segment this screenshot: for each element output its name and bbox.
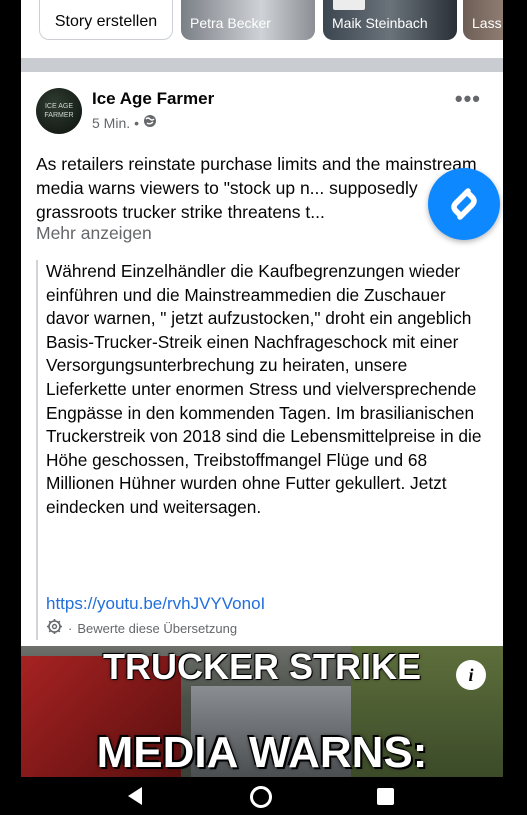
post-author-name[interactable]: Ice Age Farmer xyxy=(92,89,214,109)
image-headline-bottom: MEDIA WARNS: xyxy=(96,728,428,777)
story-card-name: Petra Becker xyxy=(190,15,271,31)
rate-separator: · xyxy=(68,620,73,636)
feed-post: ICE AGE FARMER Ice Age Farmer 5 Min. • •… xyxy=(21,72,503,815)
stories-tray: Story erstellen Petra Becker Maik Steinb… xyxy=(21,0,503,58)
rate-translation-label: Bewerte diese Übersetzung xyxy=(77,620,238,636)
translated-text: Während Einzelhändler die Kaufbegrenzung… xyxy=(46,261,482,517)
post-time[interactable]: 5 Min. xyxy=(92,115,130,131)
post-text: As retailers reinstate purchase limits a… xyxy=(36,154,477,222)
link-preview-image[interactable]: TRUCKER STRIKE MEDIA WARNS: i xyxy=(21,646,503,778)
rate-translation[interactable]: · Bewerte diese Übersetzung xyxy=(46,618,237,638)
info-icon[interactable]: i xyxy=(456,660,486,690)
back-icon[interactable] xyxy=(128,787,142,805)
meta-separator: • xyxy=(134,114,140,131)
recents-icon[interactable] xyxy=(377,788,394,805)
shazam-icon xyxy=(451,188,477,220)
create-story-label: Story erstellen xyxy=(54,13,158,30)
home-icon[interactable] xyxy=(250,786,272,808)
see-more-link[interactable]: Mehr anzeigen xyxy=(36,223,152,244)
post-options-icon[interactable]: ••• xyxy=(455,86,481,112)
post-meta: 5 Min. • xyxy=(92,114,157,131)
avatar-logo-text: ICE AGE FARMER xyxy=(44,103,74,119)
story-card-petra-becker[interactable]: Petra Becker xyxy=(181,0,315,40)
story-card-name: Lass xyxy=(472,15,502,31)
android-navigation-bar xyxy=(21,777,503,815)
story-card-maik-steinbach[interactable]: Maik Steinbach xyxy=(323,0,457,40)
story-card-partial[interactable]: Lass xyxy=(463,0,503,40)
create-story-button[interactable]: Story erstellen xyxy=(39,0,173,40)
feed-divider xyxy=(21,58,503,72)
story-card-name: Maik Steinbach xyxy=(332,15,428,31)
shazam-floating-button[interactable] xyxy=(428,168,500,240)
translation-block: Während Einzelhändler die Kaufbegrenzung… xyxy=(36,260,490,640)
story-thumbnail xyxy=(333,0,365,10)
gear-icon xyxy=(46,618,63,638)
youtube-link[interactable]: https://youtu.be/rvhJVYVonoI xyxy=(46,594,265,614)
globe-icon xyxy=(143,114,157,131)
image-headline-top: TRUCKER STRIKE xyxy=(102,646,421,687)
phone-screen: Story erstellen Petra Becker Maik Steinb… xyxy=(21,0,503,815)
author-avatar[interactable]: ICE AGE FARMER xyxy=(36,88,82,134)
